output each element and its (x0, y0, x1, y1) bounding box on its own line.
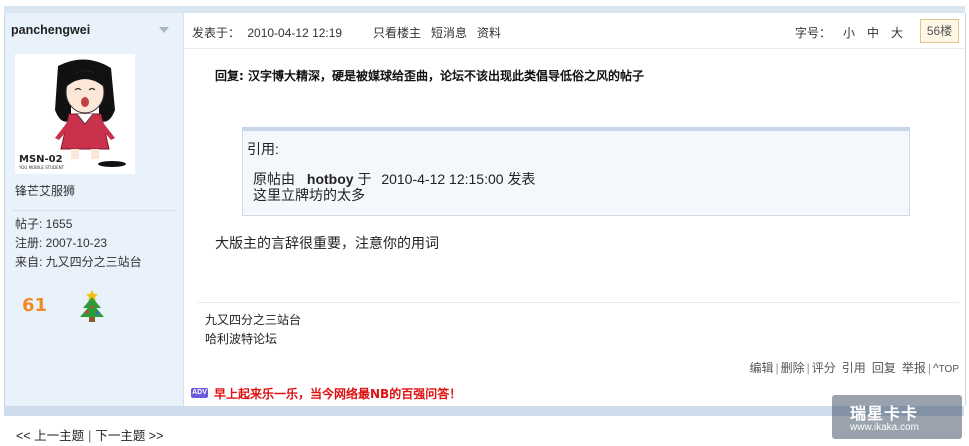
reply-text: 大版主的言辞很重要，注意你的用词 (215, 235, 439, 251)
action-divider: | (775, 361, 779, 375)
quote-prefix: 原帖由 (253, 171, 295, 187)
top-link[interactable]: ^TOP (933, 361, 959, 375)
next-thread-link[interactable]: 下一主题 >> (95, 429, 163, 443)
register-date: 注册: 2007-10-23 (15, 236, 108, 250)
profile-link[interactable]: 资料 (477, 26, 501, 40)
ad-link[interactable]: 早上起来乐一乐，当今网络最NB的百强问答！ (214, 385, 461, 402)
quote-header: 引用: (247, 141, 279, 157)
posted-time: 2010-04-12 12:19 (247, 26, 343, 40)
top-bar (0, 0, 969, 13)
quote-author[interactable]: hotboy (307, 171, 354, 187)
prev-thread-link[interactable]: << 上一主题 (16, 429, 84, 443)
user-location: 来自: 九又四分之三站台 (15, 255, 142, 269)
quote-suffix: 发表 (507, 171, 536, 187)
signature-line: 哈利波特论坛 (205, 332, 278, 346)
quote-text: 这里立牌坊的太多 (253, 187, 365, 203)
quote-mid: 于 (357, 171, 372, 187)
avatar: MSN-02 YOU MOBILE STUDENT (15, 54, 135, 174)
font-size-label: 字号： (795, 26, 832, 40)
post-meta: 发表于： 2010-04-12 12:19 (192, 24, 342, 41)
top-label: TOP (938, 364, 959, 375)
medal-61-icon: 61 (22, 295, 48, 316)
signature-line: 九又四分之三站台 (205, 313, 302, 327)
thread-nav: << 上一主题 | 下一主题 >> (16, 425, 163, 444)
quote-body: 原帖由 hotboy 于 2010-4-12 12:15:00 发表 这里立牌坊… (253, 171, 535, 203)
font-size-controls: 字号： 小中大 (795, 24, 915, 41)
quote-link[interactable]: 引用 (842, 361, 866, 375)
delete-link[interactable]: 删除 (781, 361, 805, 375)
font-large-button[interactable]: 大 (891, 26, 903, 40)
adv-badge-icon: ADV (191, 388, 208, 398)
svg-text:YOU MOBILE STUDENT: YOU MOBILE STUDENT (18, 165, 65, 170)
bottom-strip (4, 406, 964, 416)
font-medium-button[interactable]: 中 (867, 26, 879, 40)
sidebar-divider (13, 210, 175, 211)
reply-link[interactable]: 回复 (872, 361, 896, 375)
quote-time: 2010-4-12 12:15:00 (381, 171, 504, 187)
avatar-image: MSN-02 YOU MOBILE STUDENT (18, 59, 126, 170)
edit-link[interactable]: 编辑 (750, 361, 774, 375)
floor-number[interactable]: 56楼 (920, 19, 959, 43)
post-actions: 编辑 | 删除 | 评分 引用 回复 举报 | ^TOP (750, 359, 960, 376)
post-container: panchengwei MSN-02 YOU MOBILE STUDENT 锋芒… (4, 13, 966, 406)
author-username[interactable]: panchengwei (11, 23, 90, 37)
font-small-button[interactable]: 小 (843, 26, 855, 40)
action-divider: | (927, 361, 931, 375)
signature-divider (198, 302, 959, 303)
short-message-link[interactable]: 短消息 (431, 26, 467, 40)
user-title: 锋芒艾服狮 (15, 184, 76, 198)
watermark: 瑞星卡卡 www.ikaka.com (832, 395, 962, 439)
post-main: 发表于： 2010-04-12 12:19 只看楼主 短消息 资料 字号： 小中大 5… (184, 13, 965, 406)
post-count: 帖子: 1655 (15, 217, 73, 231)
nav-divider: | (88, 429, 92, 443)
report-link[interactable]: 举报 (902, 361, 926, 375)
author-menu-toggle-icon[interactable] (159, 27, 169, 33)
author-sidebar: panchengwei MSN-02 YOU MOBILE STUDENT 锋芒… (5, 13, 184, 406)
watermark-title: 瑞星卡卡 (850, 404, 919, 423)
quote-block: 引用: 原帖由 hotboy 于 2010-4-12 12:15:00 发表 这… (242, 127, 910, 216)
action-divider: | (806, 361, 810, 375)
christmas-tree-icon (75, 288, 109, 327)
post-title: 回复: 汉字博大精深，硬是被媒球给歪曲，论坛不该出现此类倡导低俗之风的帖子 (215, 69, 644, 83)
only-author-link[interactable]: 只看楼主 (373, 26, 421, 40)
top-strip (4, 6, 965, 13)
watermark-url: www.ikaka.com (850, 422, 919, 433)
svg-text:MSN-02: MSN-02 (19, 154, 63, 165)
post-header-links: 只看楼主 短消息 资料 (373, 24, 511, 41)
post-header: 发表于： 2010-04-12 12:19 只看楼主 短消息 资料 字号： 小中大 5… (184, 13, 965, 49)
posted-label: 发表于： (192, 26, 241, 40)
rate-link[interactable]: 评分 (812, 361, 836, 375)
